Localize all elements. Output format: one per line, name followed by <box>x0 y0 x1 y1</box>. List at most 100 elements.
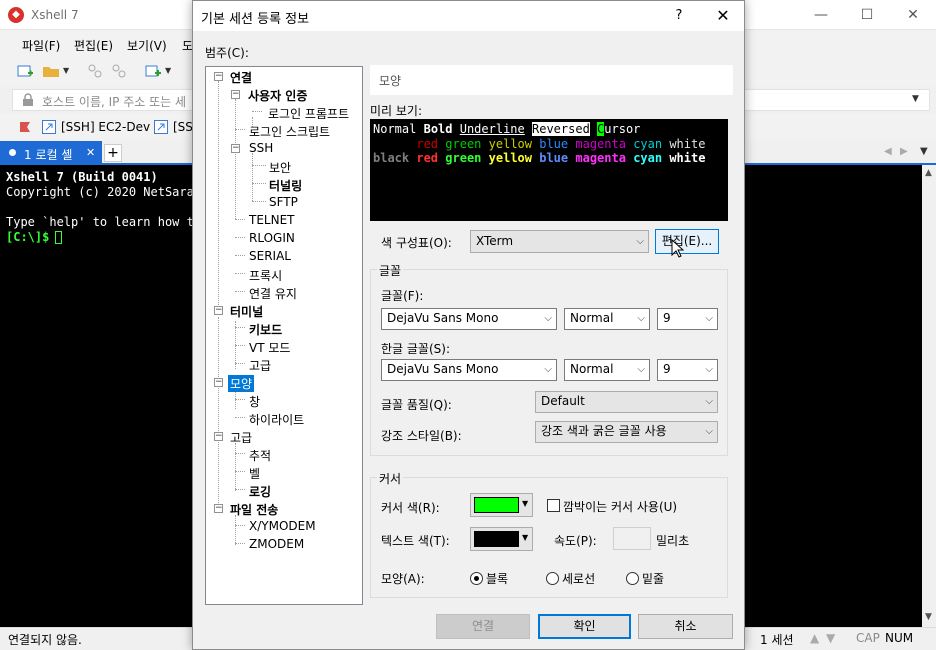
chevron-down-icon: ▼ <box>522 499 529 508</box>
dialog-title: 기본 세션 등록 정보 <box>201 12 310 27</box>
category-tree[interactable]: − − − − − − − 연결 사용자 인증 로그인 프롬프트 로그인 스크립… <box>205 66 363 605</box>
preview-line-styles: Normal Bold Underline Reversed Cursor <box>373 122 641 136</box>
scroll-down-icon[interactable]: ▼ <box>925 612 932 622</box>
ok-button[interactable]: 확인 <box>538 614 631 639</box>
terminal-cursor <box>55 231 62 244</box>
connect-icon[interactable] <box>86 62 104 80</box>
text-color-picker[interactable]: ▼ <box>470 527 533 551</box>
add-tab-icon[interactable]: + <box>104 144 122 162</box>
help-button[interactable]: ? <box>665 5 693 27</box>
app-title: Xshell 7 <box>31 8 79 22</box>
open-dropdown-icon[interactable]: ▼ <box>63 66 69 75</box>
cursor-color-picker[interactable]: ▼ <box>470 493 533 517</box>
tab-close-icon[interactable]: ✕ <box>86 146 95 159</box>
font-style-select[interactable]: Normal ⌵ <box>564 308 650 330</box>
collapse-icon[interactable]: − <box>231 144 240 153</box>
scroll-up-icon[interactable]: ▲ <box>925 168 932 178</box>
collapse-icon[interactable]: − <box>214 72 223 81</box>
tree-item-advanced[interactable]: 고급 <box>228 429 254 446</box>
shortcut-icon <box>42 120 56 134</box>
num-lock-indicator: NUM <box>885 631 914 645</box>
app-close-icon[interactable]: ✕ <box>890 0 936 30</box>
font-quality-select[interactable]: Default ⌵ <box>535 391 718 413</box>
maximize-icon[interactable]: ☐ <box>844 0 890 30</box>
quick-session-ec2-dev[interactable]: [SSH] EC2-Dev <box>61 120 150 134</box>
tab-scroll-right-icon[interactable]: ▶ <box>900 146 908 157</box>
tree-item-sftp[interactable]: SFTP <box>267 195 300 209</box>
cursor-shape-underline-radio[interactable] <box>626 572 639 585</box>
tree-item-connection[interactable]: 연결 <box>228 69 254 86</box>
new-tab-icon[interactable] <box>144 62 162 80</box>
open-folder-icon[interactable] <box>42 62 60 80</box>
tree-item-ssh[interactable]: SSH <box>247 141 275 155</box>
dialog-close-icon[interactable]: ✕ <box>701 5 745 27</box>
tree-item-rlogin[interactable]: RLOGIN <box>247 231 297 245</box>
text-color-label: 텍스트 색(T): <box>381 534 450 548</box>
mouse-pointer-icon <box>671 239 684 258</box>
tree-item-keyboard[interactable]: 키보드 <box>247 321 284 338</box>
disconnect-icon[interactable] <box>110 62 128 80</box>
new-session-icon[interactable] <box>16 62 34 80</box>
collapse-icon[interactable]: − <box>214 306 223 315</box>
quick-session-partial[interactable]: [SS <box>173 120 193 134</box>
tree-item-keepalive[interactable]: 연결 유지 <box>247 285 299 302</box>
tree-item-zmodem[interactable]: ZMODEM <box>247 537 306 551</box>
tab-list-icon[interactable]: ▼ <box>920 146 928 157</box>
menu-edit[interactable]: 편집(E) <box>74 37 113 54</box>
collapse-icon[interactable]: − <box>231 90 240 99</box>
edit-color-scheme-button[interactable]: 편집(E)... <box>655 229 719 254</box>
section-title: 모양 <box>379 74 402 88</box>
asian-font-style-select[interactable]: Normal ⌵ <box>564 359 650 381</box>
font-quality-label: 글꼴 품질(Q): <box>381 398 452 412</box>
cursor-shape-block-radio[interactable] <box>470 572 483 585</box>
tree-item-highlight[interactable]: 하이라이트 <box>247 411 306 428</box>
tree-item-logging[interactable]: 로깅 <box>247 483 273 500</box>
terminal-scrollbar[interactable] <box>922 165 936 627</box>
tree-item-proxy[interactable]: 프록시 <box>247 267 284 284</box>
tree-item-security[interactable]: 보안 <box>267 159 293 176</box>
emphasis-style-select[interactable]: 강조 색과 굵은 글꼴 사용 ⌵ <box>535 421 718 443</box>
connect-button[interactable]: 연결 <box>436 614 530 639</box>
tree-item-serial[interactable]: SERIAL <box>247 249 293 263</box>
tab-scroll-left-icon[interactable]: ◀ <box>884 146 892 157</box>
color-scheme-select[interactable]: XTerm ⌵ <box>470 230 649 253</box>
tree-item-file-transfer[interactable]: 파일 전송 <box>228 501 280 518</box>
chevron-down-icon: ⌵ <box>705 364 713 375</box>
minimize-icon[interactable]: — <box>798 0 844 30</box>
new-tab-dropdown-icon[interactable]: ▼ <box>165 66 171 75</box>
font-select[interactable]: DejaVu Sans Mono ⌵ <box>381 308 557 330</box>
terminal-line: Type `help' to learn how to <box>6 215 202 229</box>
tree-item-telnet[interactable]: TELNET <box>247 213 297 227</box>
collapse-icon[interactable]: − <box>214 432 223 441</box>
asian-font-size-select[interactable]: 9 ⌵ <box>657 359 718 381</box>
chevron-down-icon: ⌵ <box>637 313 645 324</box>
menu-view[interactable]: 보기(V) <box>127 37 167 54</box>
cancel-button[interactable]: 취소 <box>638 614 733 639</box>
chevron-down-icon: ⌵ <box>544 364 552 375</box>
collapse-icon[interactable]: − <box>214 504 223 513</box>
tree-item-trace[interactable]: 추적 <box>247 447 273 464</box>
tree-item-window[interactable]: 창 <box>247 393 262 410</box>
blink-cursor-checkbox[interactable] <box>547 499 560 512</box>
tree-item-bell[interactable]: 벨 <box>247 465 262 482</box>
address-dropdown-icon[interactable]: ▼ <box>912 94 919 104</box>
tree-item-login-prompt[interactable]: 로그인 프롬프트 <box>266 105 351 122</box>
tree-item-appearance[interactable]: 모양 <box>228 375 255 392</box>
tree-item-user-auth[interactable]: 사용자 인증 <box>246 87 309 104</box>
tree-item-xymodem[interactable]: X/YMODEM <box>247 519 318 533</box>
address-input[interactable]: 호스트 이름, IP 주소 또는 세 <box>42 93 186 110</box>
tree-item-vt-mode[interactable]: VT 모드 <box>247 339 292 356</box>
cursor-shape-vertical-radio[interactable] <box>546 572 559 585</box>
collapse-icon[interactable]: − <box>214 378 223 387</box>
bookmark-icon[interactable] <box>18 120 34 136</box>
font-label: 글꼴(F): <box>381 289 424 303</box>
tree-item-login-script[interactable]: 로그인 스크립트 <box>247 123 332 140</box>
tree-item-terminal-advanced[interactable]: 고급 <box>247 357 273 374</box>
asian-font-select[interactable]: DejaVu Sans Mono ⌵ <box>381 359 557 381</box>
font-size-select[interactable]: 9 ⌵ <box>657 308 718 330</box>
tree-item-terminal[interactable]: 터미널 <box>228 303 265 320</box>
tree-item-tunneling[interactable]: 터널링 <box>267 177 304 194</box>
blink-speed-input[interactable] <box>613 527 651 550</box>
menu-file[interactable]: 파일(F) <box>22 37 60 54</box>
session-count: 1 세션 <box>760 633 794 647</box>
